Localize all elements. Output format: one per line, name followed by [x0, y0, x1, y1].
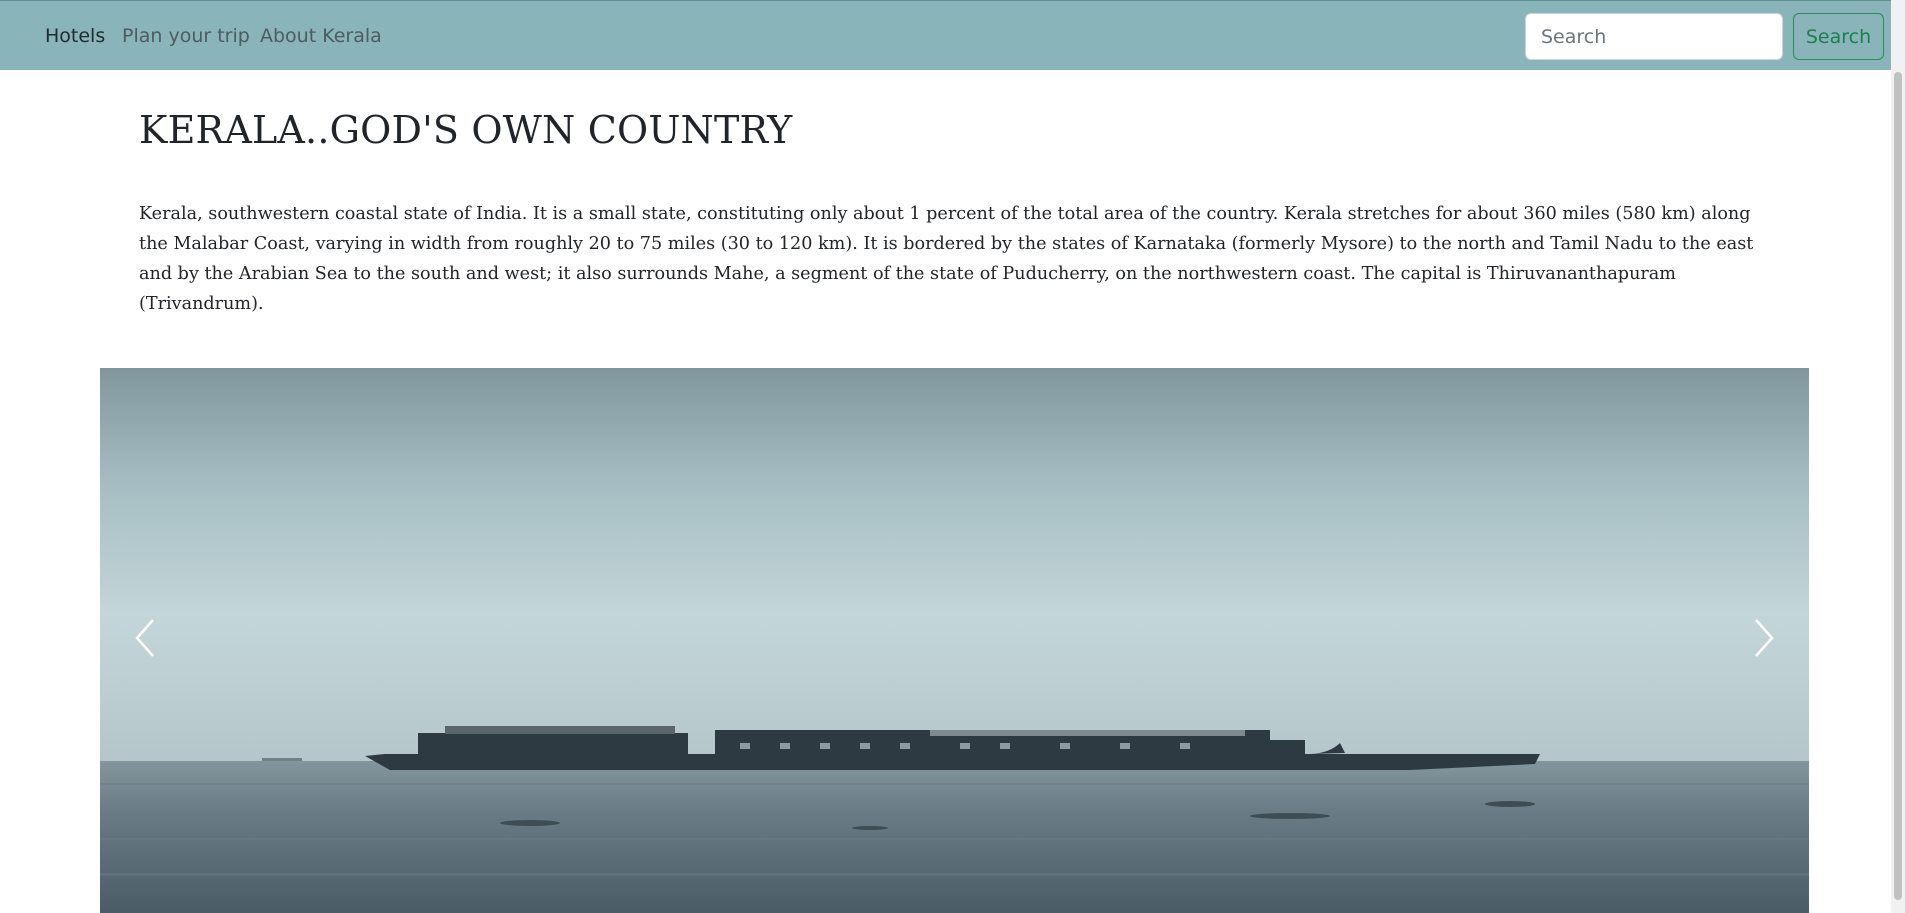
houseboat-image: [100, 368, 1809, 913]
image-carousel: [100, 368, 1809, 913]
nav-link-about-kerala[interactable]: About Kerala: [260, 25, 382, 47]
nav-link-hotels[interactable]: Hotels: [45, 25, 105, 47]
vertical-scrollbar[interactable]: [1891, 0, 1905, 913]
search-input[interactable]: [1525, 13, 1783, 60]
nav-link-plan-your-trip[interactable]: Plan your trip: [122, 25, 250, 47]
chevron-right-icon[interactable]: [1734, 608, 1794, 668]
page-title: KERALA..GOD'S OWN COUNTRY: [139, 108, 793, 152]
intro-paragraph: Kerala, southwestern coastal state of In…: [139, 204, 1754, 314]
search-button[interactable]: Search: [1793, 13, 1884, 60]
navbar: Hotels Plan your trip About Kerala Searc…: [0, 0, 1905, 70]
scrollbar-thumb[interactable]: [1894, 72, 1902, 900]
chevron-left-icon[interactable]: [115, 608, 175, 668]
